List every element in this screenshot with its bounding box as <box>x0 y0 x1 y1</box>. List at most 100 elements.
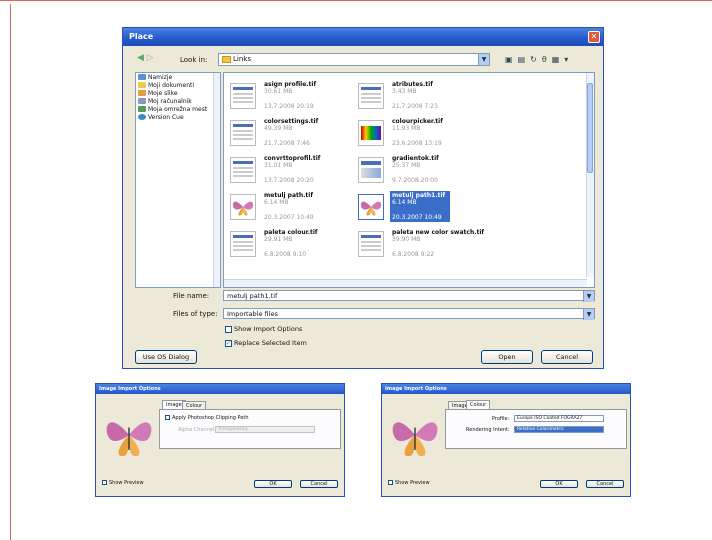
file-thumbnail <box>358 83 384 109</box>
nav-back-forward[interactable]: ◀ ▷ <box>137 53 154 63</box>
files-of-type-select[interactable]: Importable files ▼ <box>223 308 595 320</box>
show-preview-checkbox[interactable]: Show Preview <box>102 480 144 486</box>
file-item[interactable]: colourpicker.tif 11.93 MB 23.6.2008 13:19 <box>358 118 488 150</box>
dialog-title: Image Import Options <box>382 384 630 394</box>
dialog-title: Place <box>129 32 154 41</box>
computer-icon <box>138 98 146 104</box>
file-name: gradientok.tif <box>392 155 439 162</box>
chevron-down-icon[interactable]: ▼ <box>583 309 594 320</box>
file-item[interactable]: metulj path1.tif 6.14 MB 20.3.2007 10:49 <box>358 191 488 224</box>
file-list-hscroll[interactable] <box>224 279 587 287</box>
profile-label: Profile: <box>492 416 510 422</box>
file-size: 39.90 MB <box>392 236 421 243</box>
place-item[interactable]: Moj računalnik <box>136 98 220 105</box>
file-name: asign profile.tif <box>264 81 317 88</box>
checkbox-icon[interactable] <box>388 480 393 485</box>
file-name-input[interactable]: metulj path1.tif ▼ <box>223 290 595 302</box>
image-tab-panel: Apply Photoshop Clipping Path Alpha Chan… <box>159 409 341 449</box>
rendering-intent-select[interactable]: Relative Colorimetric <box>514 426 604 433</box>
checkbox-icon[interactable] <box>102 480 107 485</box>
profile-select[interactable]: Europe ISO Coated FOGRA27 <box>514 415 604 422</box>
file-item[interactable]: metulj path.tif 6.14 MB 20.3.2007 10:49 <box>230 192 360 224</box>
file-item[interactable]: colorsettings.tif 49.39 MB 21.7.2008 7:46 <box>230 118 360 150</box>
file-size: 31.01 MB <box>264 162 293 169</box>
chevron-down-icon[interactable]: ▼ <box>478 54 489 65</box>
file-item[interactable]: atributes.tif 3.43 MB 21.7.2008 7:23 <box>358 81 488 113</box>
scroll-thumb[interactable] <box>587 83 593 173</box>
place-item[interactable]: Moja omrežna mest <box>136 106 220 113</box>
look-in-label: Look in: <box>180 56 208 64</box>
file-thumbnail <box>230 231 256 257</box>
alpha-channel-label: Alpha Channel: <box>178 427 217 433</box>
file-size: 6.14 MB <box>392 199 417 206</box>
file-thumbnail <box>358 157 384 183</box>
file-size: 6.14 MB <box>264 199 289 206</box>
rendering-intent-label: Rendering Intent: <box>466 427 510 433</box>
file-date: 6.8.2008 9:22 <box>392 251 435 258</box>
file-list-vscroll[interactable] <box>586 73 594 277</box>
file-item[interactable]: gradientok.tif 25.37 MB 9.7.2008 20:00 <box>358 155 488 187</box>
ok-button[interactable]: OK <box>540 480 578 488</box>
file-date: 6.8.2008 9:10 <box>264 251 307 258</box>
file-size: 29.91 MB <box>264 236 293 243</box>
butterfly-preview <box>106 422 152 457</box>
cancel-button[interactable]: Cancel <box>586 480 624 488</box>
alpha-channel-select[interactable]: Transparency <box>215 426 315 433</box>
tab-colour[interactable]: Colour <box>182 401 207 409</box>
refresh-icon[interactable]: ↻ <box>530 55 542 64</box>
file-name: metulj path1.tif <box>392 192 446 199</box>
clipping-path-checkbox[interactable]: Apply Photoshop Clipping Path <box>165 415 249 421</box>
image-import-options-image-dialog: Image Import Options Image Colour Apply … <box>95 383 345 497</box>
place-item[interactable]: Moje slike <box>136 90 220 97</box>
pictures-icon <box>138 90 146 96</box>
version-cue-icon[interactable]: θ <box>542 55 552 64</box>
file-size: 49.39 MB <box>264 125 293 132</box>
file-size: 3.43 MB <box>392 88 417 95</box>
file-date: 23.6.2008 13:19 <box>392 140 442 147</box>
file-thumbnail <box>230 194 256 220</box>
new-folder-icon[interactable]: ▤ <box>518 55 531 64</box>
places-scrollbar[interactable] <box>213 73 220 287</box>
cancel-button[interactable]: Cancel <box>541 350 593 364</box>
up-folder-icon[interactable]: ▣ <box>505 55 518 64</box>
file-date: 21.7.2008 7:46 <box>264 140 310 147</box>
check-icon[interactable]: ✓ <box>225 339 232 347</box>
file-size: 11.93 MB <box>392 125 421 132</box>
file-size: 30.61 MB <box>264 88 293 95</box>
place-titlebar: Place ✕ <box>123 28 603 46</box>
forward-icon[interactable]: ▷ <box>147 53 154 63</box>
file-name: colorsettings.tif <box>264 118 319 125</box>
place-item[interactable]: Moji dokumenti <box>136 82 220 89</box>
file-item[interactable]: paleta colour.tif 29.91 MB 6.8.2008 9:10 <box>230 229 360 261</box>
cancel-button[interactable]: Cancel <box>300 480 338 488</box>
view-menu-icon[interactable]: ▦▾ <box>552 55 574 64</box>
place-item[interactable]: Version Cue <box>136 114 220 121</box>
show-preview-checkbox[interactable]: Show Preview <box>388 480 430 486</box>
file-thumbnail <box>230 120 256 146</box>
chevron-down-icon[interactable]: ▼ <box>583 291 594 302</box>
file-name: paleta colour.tif <box>264 229 318 236</box>
close-icon[interactable]: ✕ <box>588 31 600 43</box>
file-thumbnail <box>230 83 256 109</box>
back-icon[interactable]: ◀ <box>137 53 144 63</box>
file-thumbnail <box>358 231 384 257</box>
frame-left-line <box>10 4 11 540</box>
ok-button[interactable]: OK <box>254 480 292 488</box>
open-button[interactable]: Open <box>481 350 533 364</box>
file-name-label: File name: <box>173 292 210 300</box>
use-os-dialog-button[interactable]: Use OS Dialog <box>135 350 197 364</box>
replace-selected-item-checkbox[interactable]: ✓ Replace Selected Item <box>225 339 307 347</box>
file-item[interactable]: asign profile.tif 30.61 MB 13.7.2008 20:19 <box>230 81 360 113</box>
look-in-combo[interactable]: Links ▼ <box>218 53 490 66</box>
file-item[interactable]: paleta new color swatch.tif 39.90 MB 6.8.2… <box>358 229 488 261</box>
checkbox-icon[interactable] <box>165 415 170 420</box>
file-date: 13.7.2008 20:20 <box>264 177 314 184</box>
toolbar-icons[interactable]: ▣▤↻θ▦▾ <box>505 55 573 64</box>
file-item[interactable]: convrttoprofil.tif 31.01 MB 13.7.2008 20:2… <box>230 155 360 187</box>
file-date: 20.3.2007 10:49 <box>264 214 314 221</box>
show-import-options-checkbox[interactable]: Show Import Options <box>225 325 302 333</box>
tab-colour[interactable]: Colour <box>466 400 491 409</box>
place-item[interactable]: Namizje <box>136 74 220 81</box>
file-date: 21.7.2008 7:23 <box>392 103 438 110</box>
checkbox-icon[interactable] <box>225 325 232 333</box>
